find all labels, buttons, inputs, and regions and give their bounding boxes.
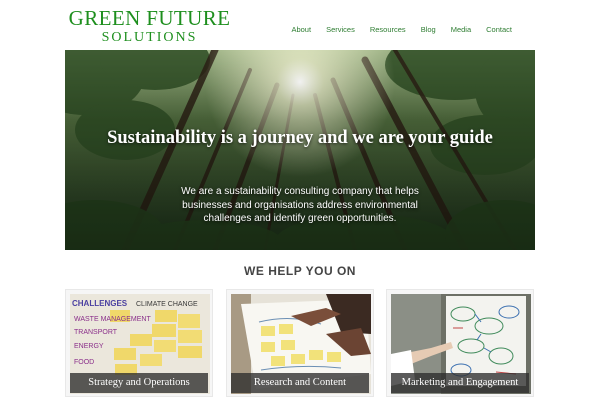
note-challenges: CHALLENGES (72, 299, 128, 308)
hero-title: Sustainability is a journey and we are y… (107, 128, 493, 148)
nav-media[interactable]: Media (451, 25, 471, 34)
section-heading: WE HELP YOU ON (244, 264, 356, 278)
nav-resources[interactable]: Resources (370, 25, 406, 34)
main-nav: About Services Resources Blog Media Cont… (276, 25, 512, 34)
note-item-transport: TRANSPORT (74, 329, 118, 336)
card-caption: Research and Content (231, 373, 369, 393)
note-climate-change: CLIMATE CHANGE (136, 301, 198, 308)
nav-services[interactable]: Services (326, 25, 355, 34)
card-caption: Marketing and Engagement (391, 373, 529, 393)
nav-contact[interactable]: Contact (486, 25, 512, 34)
card-strategy-operations[interactable]: CHALLENGES CLIMATE CHANGE WASTE MANAGEME… (65, 289, 213, 397)
card-marketing-engagement[interactable]: Marketing and Engagement (386, 289, 534, 397)
card-research-content[interactable]: Research and Content (226, 289, 374, 397)
nav-about[interactable]: About (291, 25, 311, 34)
note-item-energy: ENERGY (74, 343, 104, 350)
nav-blog[interactable]: Blog (421, 25, 436, 34)
card-caption: Strategy and Operations (70, 373, 208, 393)
note-item-waste: WASTE MANAGEMENT (74, 316, 151, 323)
note-item-food: FOOD (74, 359, 94, 366)
logo-line-1: GREEN FUTURE (68, 6, 231, 30)
logo-line-2: SOLUTIONS (101, 30, 198, 45)
hero-description: We are a sustainability consulting compa… (181, 186, 419, 224)
hero-banner: Sustainability is a journey and we are y… (65, 50, 535, 250)
site-logo[interactable]: GREEN FUTURE SOLUTIONS (62, 6, 237, 46)
